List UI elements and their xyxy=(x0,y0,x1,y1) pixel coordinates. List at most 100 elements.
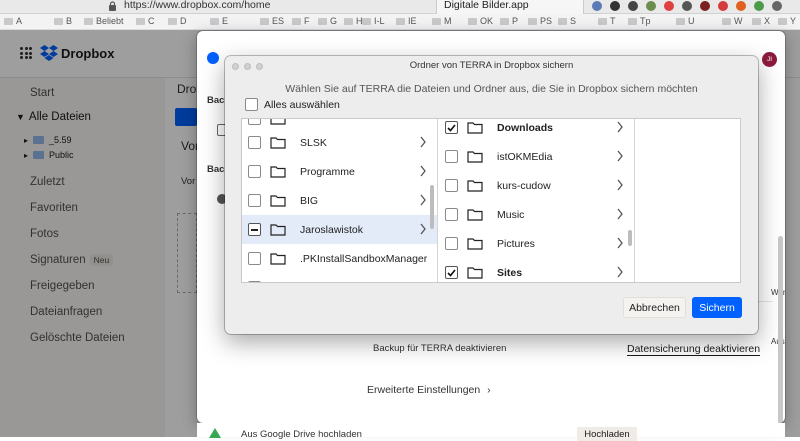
folder-icon xyxy=(136,17,145,25)
folder-icon xyxy=(467,238,483,250)
folder-row[interactable]: kurs-cudow xyxy=(439,171,634,200)
tab-title: Digitale Bilder.app xyxy=(444,0,529,11)
folder-row[interactable]: SLSK xyxy=(242,128,437,157)
checkbox[interactable] xyxy=(445,266,458,279)
checkbox[interactable] xyxy=(248,136,261,149)
bookmark-folder[interactable]: U xyxy=(676,16,695,26)
checkbox[interactable] xyxy=(445,208,458,221)
bookmark-folder[interactable]: B xyxy=(54,16,72,26)
bookmark-folder[interactable]: I-L xyxy=(362,16,385,26)
folder-icon xyxy=(500,17,509,25)
upload-google-drive-button[interactable]: Hochladen xyxy=(577,427,637,441)
checkbox[interactable] xyxy=(248,165,261,178)
chevron-right-icon xyxy=(617,150,623,162)
folder-icon xyxy=(778,17,787,25)
folder-row[interactable]: Programme xyxy=(242,157,437,186)
bookmark-folder[interactable]: PS xyxy=(528,16,552,26)
bookmark-folder[interactable]: A xyxy=(4,16,22,26)
checkbox[interactable] xyxy=(248,252,261,265)
extension-icon[interactable] xyxy=(628,1,638,11)
bookmark-folder[interactable]: OK xyxy=(468,16,493,26)
bookmark-folder[interactable]: W xyxy=(722,16,743,26)
bookmark-folder[interactable]: F xyxy=(292,16,310,26)
dialog-subtitle: Wählen Sie auf TERRA die Dateien und Ord… xyxy=(285,83,698,95)
extension-icon[interactable] xyxy=(736,1,746,11)
extension-icon[interactable] xyxy=(682,1,692,11)
bookmark-folder[interactable]: ES xyxy=(260,16,284,26)
checkbox[interactable] xyxy=(445,237,458,250)
folder-icon xyxy=(318,17,327,25)
folder-row[interactable]: istOKMEdia xyxy=(439,142,634,171)
bookmark-folder[interactable]: H xyxy=(344,16,363,26)
checkbox[interactable] xyxy=(445,179,458,192)
checkbox[interactable] xyxy=(248,223,261,236)
bookmark-folder[interactable]: S xyxy=(558,16,576,26)
bookmark-folder[interactable]: Y xyxy=(778,16,796,26)
bookmark-folder[interactable]: P xyxy=(500,16,518,26)
folder-icon xyxy=(270,195,286,207)
save-button[interactable]: Sichern xyxy=(692,297,742,318)
folder-row[interactable]: Jaroslawistok xyxy=(242,215,437,244)
folder-row[interactable]: .PKInstallSandboxManager xyxy=(242,244,437,273)
google-drive-text: Aus Google Drive hochladen xyxy=(241,429,362,440)
folder-icon xyxy=(4,17,13,25)
cancel-button[interactable]: Abbrechen xyxy=(623,297,686,318)
folder-icon xyxy=(528,17,537,25)
address-bar[interactable]: https://www.dropbox.com/home xyxy=(124,0,270,11)
extension-icon[interactable] xyxy=(772,1,782,11)
bookmark-folder[interactable]: C xyxy=(136,16,155,26)
chevron-right-icon: › xyxy=(487,384,491,396)
bookmark-folder[interactable]: Beliebt xyxy=(84,16,124,26)
bookmark-folder[interactable]: D xyxy=(168,16,187,26)
folder-icon xyxy=(467,267,483,279)
folder-icon xyxy=(84,17,93,25)
folder-icon xyxy=(432,17,441,25)
backup-status-text: Backup für TERRA deaktivieren xyxy=(373,343,507,354)
folder-row[interactable]: Sites xyxy=(439,258,634,282)
checkbox[interactable] xyxy=(248,281,261,282)
bookmark-folder[interactable]: IE xyxy=(396,16,417,26)
extension-icon[interactable] xyxy=(592,1,602,11)
extension-icon[interactable] xyxy=(646,1,656,11)
checkbox[interactable] xyxy=(445,150,458,163)
folder-row[interactable]: Downloads xyxy=(439,119,634,142)
extension-icon[interactable] xyxy=(718,1,728,11)
folder-picker-dialog: Ordner von TERRA in Dropbox sichern Wähl… xyxy=(225,56,758,334)
folder-row[interactable]: Music xyxy=(439,200,634,229)
folder-name: BIG xyxy=(300,194,319,207)
scrollbar[interactable] xyxy=(628,230,632,246)
folder-name: kurs-cudow xyxy=(497,179,551,192)
checkbox[interactable] xyxy=(445,121,458,134)
chevron-right-icon xyxy=(617,266,623,278)
bookmark-folder[interactable]: M xyxy=(432,16,452,26)
chevron-right-icon xyxy=(617,237,623,249)
bookmark-folder[interactable]: E xyxy=(210,16,228,26)
advanced-settings-link[interactable]: Erweiterte Einstellungen › xyxy=(367,384,491,396)
folder-column: Downloads istOKMEdia kurs-cudow Music Pi… xyxy=(439,119,635,282)
extension-icon[interactable] xyxy=(754,1,764,11)
select-all-checkbox[interactable]: Alles auswählen xyxy=(245,98,340,111)
folder-icon xyxy=(396,17,405,25)
bookmark-folder[interactable]: T xyxy=(598,16,616,26)
browser-toolbar: https://www.dropbox.com/home Digitale Bi… xyxy=(0,0,800,14)
extension-icon[interactable] xyxy=(610,1,620,11)
chevron-right-icon xyxy=(420,223,426,235)
checkbox[interactable] xyxy=(248,119,261,125)
bookmark-folder[interactable]: X xyxy=(752,16,770,26)
avatar[interactable]: JI xyxy=(762,52,777,67)
folder-row[interactable] xyxy=(242,273,437,282)
folder-icon xyxy=(270,224,286,236)
folder-browser: SLSK Programme BIG Jaroslawistok .PKInst… xyxy=(241,118,741,283)
folder-row[interactable]: BIG xyxy=(242,186,437,215)
checkbox[interactable] xyxy=(245,98,258,111)
checkbox[interactable] xyxy=(248,194,261,207)
folder-row[interactable]: Pictures xyxy=(439,229,634,258)
extension-icon[interactable] xyxy=(700,1,710,11)
scrollbar[interactable] xyxy=(430,185,434,229)
extension-icon[interactable] xyxy=(664,1,674,11)
disable-backup-link[interactable]: Datensicherung deaktivieren xyxy=(627,343,761,356)
bookmark-folder[interactable]: G xyxy=(318,16,337,26)
scrollbar[interactable] xyxy=(778,236,783,423)
bookmark-folder[interactable]: Tp xyxy=(628,16,651,26)
folder-icon xyxy=(722,17,731,25)
